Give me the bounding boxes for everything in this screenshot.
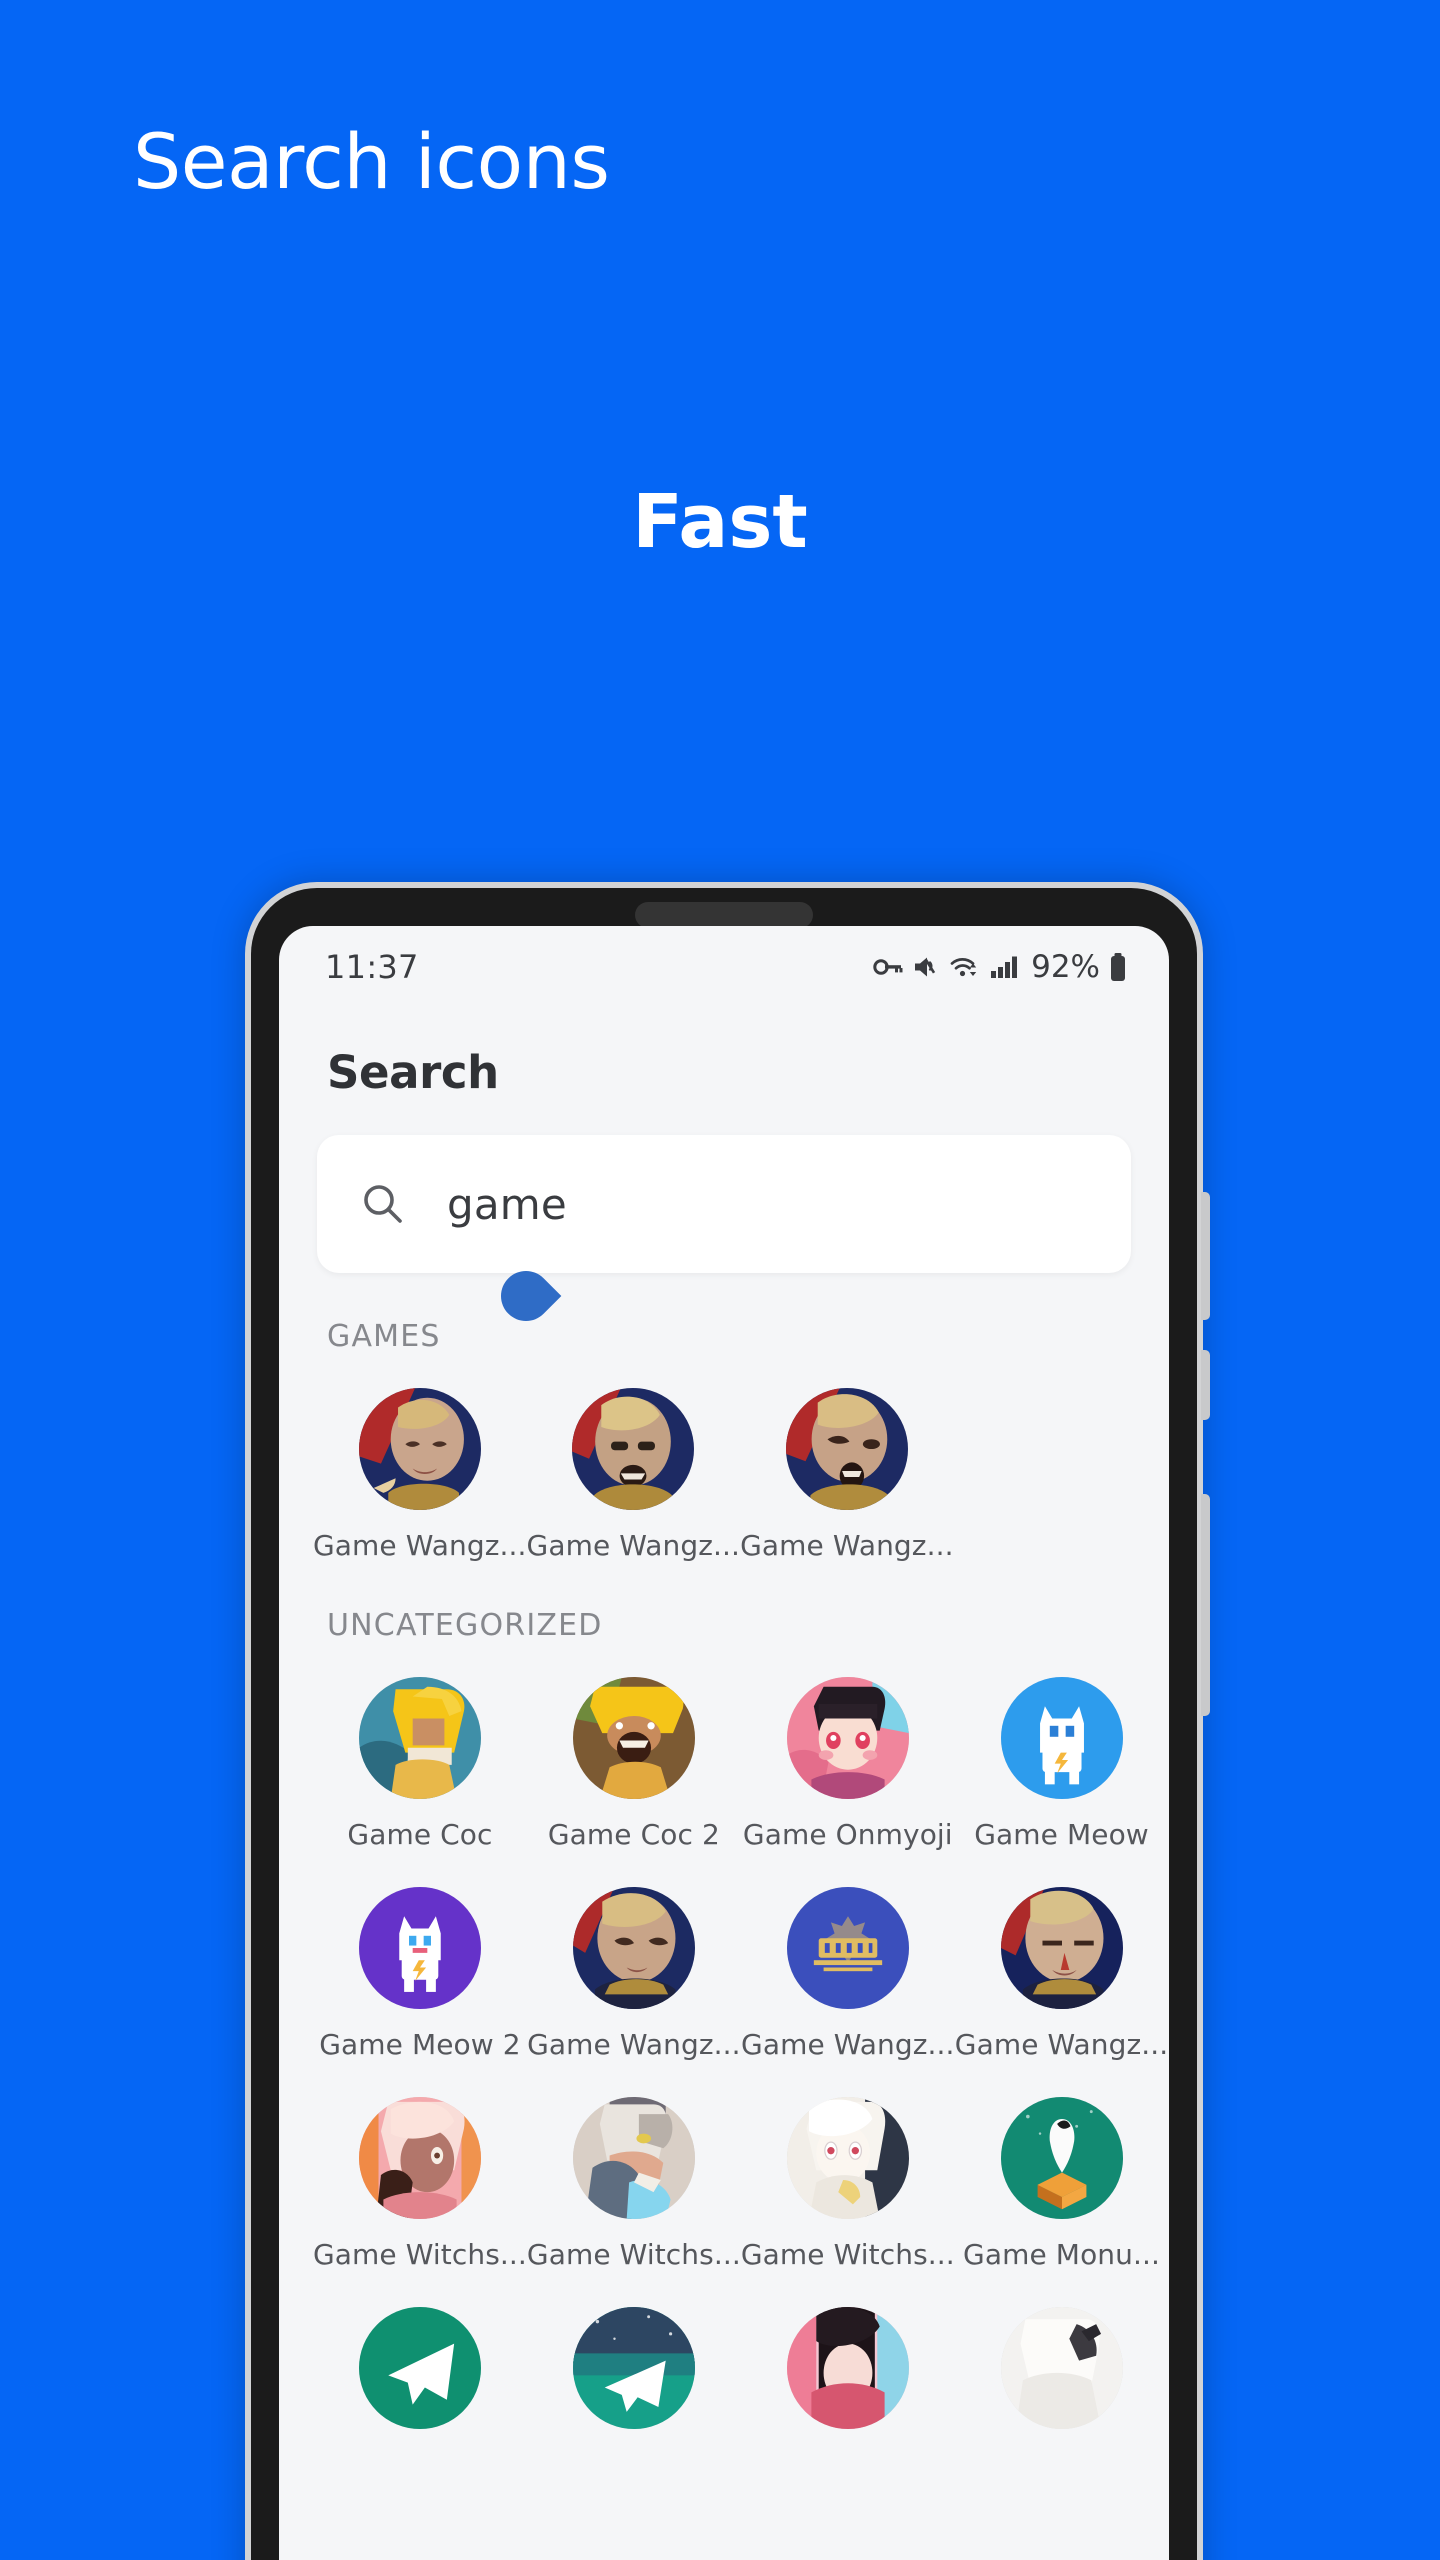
wangzhe-logo-icon [786, 1887, 909, 2009]
app-label: Game Wangz... [741, 2028, 955, 2061]
battery-percentage: 92% [1031, 949, 1100, 985]
section-label-uncategorized: UNCATEGORIZED [327, 1608, 603, 1643]
vpn-key-icon [873, 955, 903, 979]
phone-side-button-volume-down[interactable] [1201, 1350, 1210, 1420]
app-label: Game Witchs... [526, 2238, 741, 2271]
app-item[interactable] [527, 2307, 741, 2448]
coc-barbarian-1-icon [358, 1677, 481, 1799]
app-item[interactable]: Game Wangz... [741, 1887, 955, 2061]
witch-white-icon [786, 2097, 909, 2219]
promo-title: Search icons [133, 117, 610, 206]
app-grid-games: Game Wangz... Game Wangz... Game Wangz..… [313, 1388, 1135, 1562]
status-bar: 11:37 92% [279, 926, 1169, 1008]
app-item[interactable]: Game Onmyoji [741, 1677, 955, 1851]
app-grid-uncategorized: Game Coc Game Coc 2 Game Onmyoji Game Me… [313, 1677, 1168, 2448]
witch-silver-icon [572, 2097, 695, 2219]
app-item[interactable] [741, 2307, 955, 2448]
app-item[interactable]: Game Witchs... [527, 2097, 741, 2271]
app-label: Game Wangz... [527, 2028, 741, 2061]
mute-icon [912, 954, 940, 980]
wangzhe-hero-1-icon [358, 1388, 481, 1510]
status-bar-icons: 92% [873, 949, 1127, 985]
app-label: Game Meow 2 [319, 2028, 521, 2061]
battery-icon [1109, 953, 1127, 981]
app-label: Game Wangz... [954, 2028, 1169, 2061]
app-item[interactable]: Game Witchs... [741, 2097, 955, 2271]
app-label: Game Coc 2 [547, 1818, 720, 1851]
wifi-icon [949, 954, 981, 980]
app-label: Game Monu... [963, 2238, 1160, 2271]
search-icon [357, 1178, 409, 1230]
phone-mockup: 11:37 92% Search game GAMES Game Wangz..… [245, 882, 1210, 2560]
paperplane-night-icon [572, 2307, 695, 2429]
witch-pink-icon [358, 2097, 481, 2219]
status-bar-clock: 11:37 [325, 948, 419, 986]
app-item[interactable]: Game Monu... [955, 2097, 1169, 2271]
anime-white-icon [1000, 2307, 1123, 2429]
app-label: Game Meow [974, 1818, 1149, 1851]
app-label: Game Wangz... [740, 1529, 954, 1562]
app-item[interactable] [313, 2307, 527, 2448]
anime-pink-dark-icon [786, 2307, 909, 2429]
wangzhe-hero-2-icon [572, 1388, 695, 1510]
wangzhe-hero-3-icon [785, 1388, 908, 1510]
phone-side-button-volume-up[interactable] [1201, 1192, 1210, 1320]
app-label: Game Witchs... [313, 2238, 527, 2271]
app-label: Game Witchs... [740, 2238, 955, 2271]
app-label: Game Coc [347, 1818, 493, 1851]
app-item[interactable]: Game Meow [955, 1677, 1169, 1851]
app-item[interactable]: Game Wangz... [740, 1388, 954, 1562]
page-title: Search [327, 1046, 499, 1099]
app-item[interactable]: Game Witchs... [313, 2097, 527, 2271]
search-input[interactable]: game [317, 1135, 1131, 1332]
app-item[interactable]: Game Wangz... [527, 1887, 741, 2061]
app-item[interactable]: Game Coc [313, 1677, 527, 1851]
section-uncategorized: UNCATEGORIZED Game Coc Game Coc 2 Game O… [279, 1608, 1169, 2448]
meow-cat-blue-icon [1000, 1677, 1123, 1799]
section-games: GAMES Game Wangz... Game Wangz... Game W… [279, 1319, 1169, 1562]
phone-bezel: 11:37 92% Search game GAMES Game Wangz..… [251, 888, 1197, 2560]
paperplane-teal-icon [358, 2307, 481, 2429]
meow-cat-purple-icon [358, 1887, 481, 2009]
app-item[interactable]: Game Coc 2 [527, 1677, 741, 1851]
promo-subtitle: Fast [632, 479, 808, 565]
app-item[interactable]: Game Wangz... [527, 1388, 741, 1562]
earpiece-speaker [635, 902, 813, 928]
onmyoji-girl-icon [786, 1677, 909, 1799]
search-input-value: game [447, 1179, 567, 1229]
phone-screen: 11:37 92% Search game GAMES Game Wangz..… [279, 926, 1169, 2560]
app-label: Game Wangz... [526, 1529, 741, 1562]
cellular-signal-icon [990, 954, 1020, 980]
wangzhe-hero-5-icon [1000, 1887, 1123, 2009]
phone-side-button-power[interactable] [1201, 1494, 1210, 1716]
app-item[interactable]: Game Meow 2 [313, 1887, 527, 2061]
app-label: Game Onmyoji [742, 1818, 953, 1851]
wangzhe-hero-4-icon [572, 1887, 695, 2009]
app-item[interactable] [955, 2307, 1169, 2448]
app-label: Game Wangz... [313, 1529, 527, 1562]
app-item[interactable]: Game Wangz... [313, 1388, 527, 1562]
app-item[interactable]: Game Wangz... [955, 1887, 1169, 2061]
monument-valley-icon [1000, 2097, 1123, 2219]
coc-barbarian-2-icon [572, 1677, 695, 1799]
section-label-games: GAMES [327, 1319, 441, 1354]
